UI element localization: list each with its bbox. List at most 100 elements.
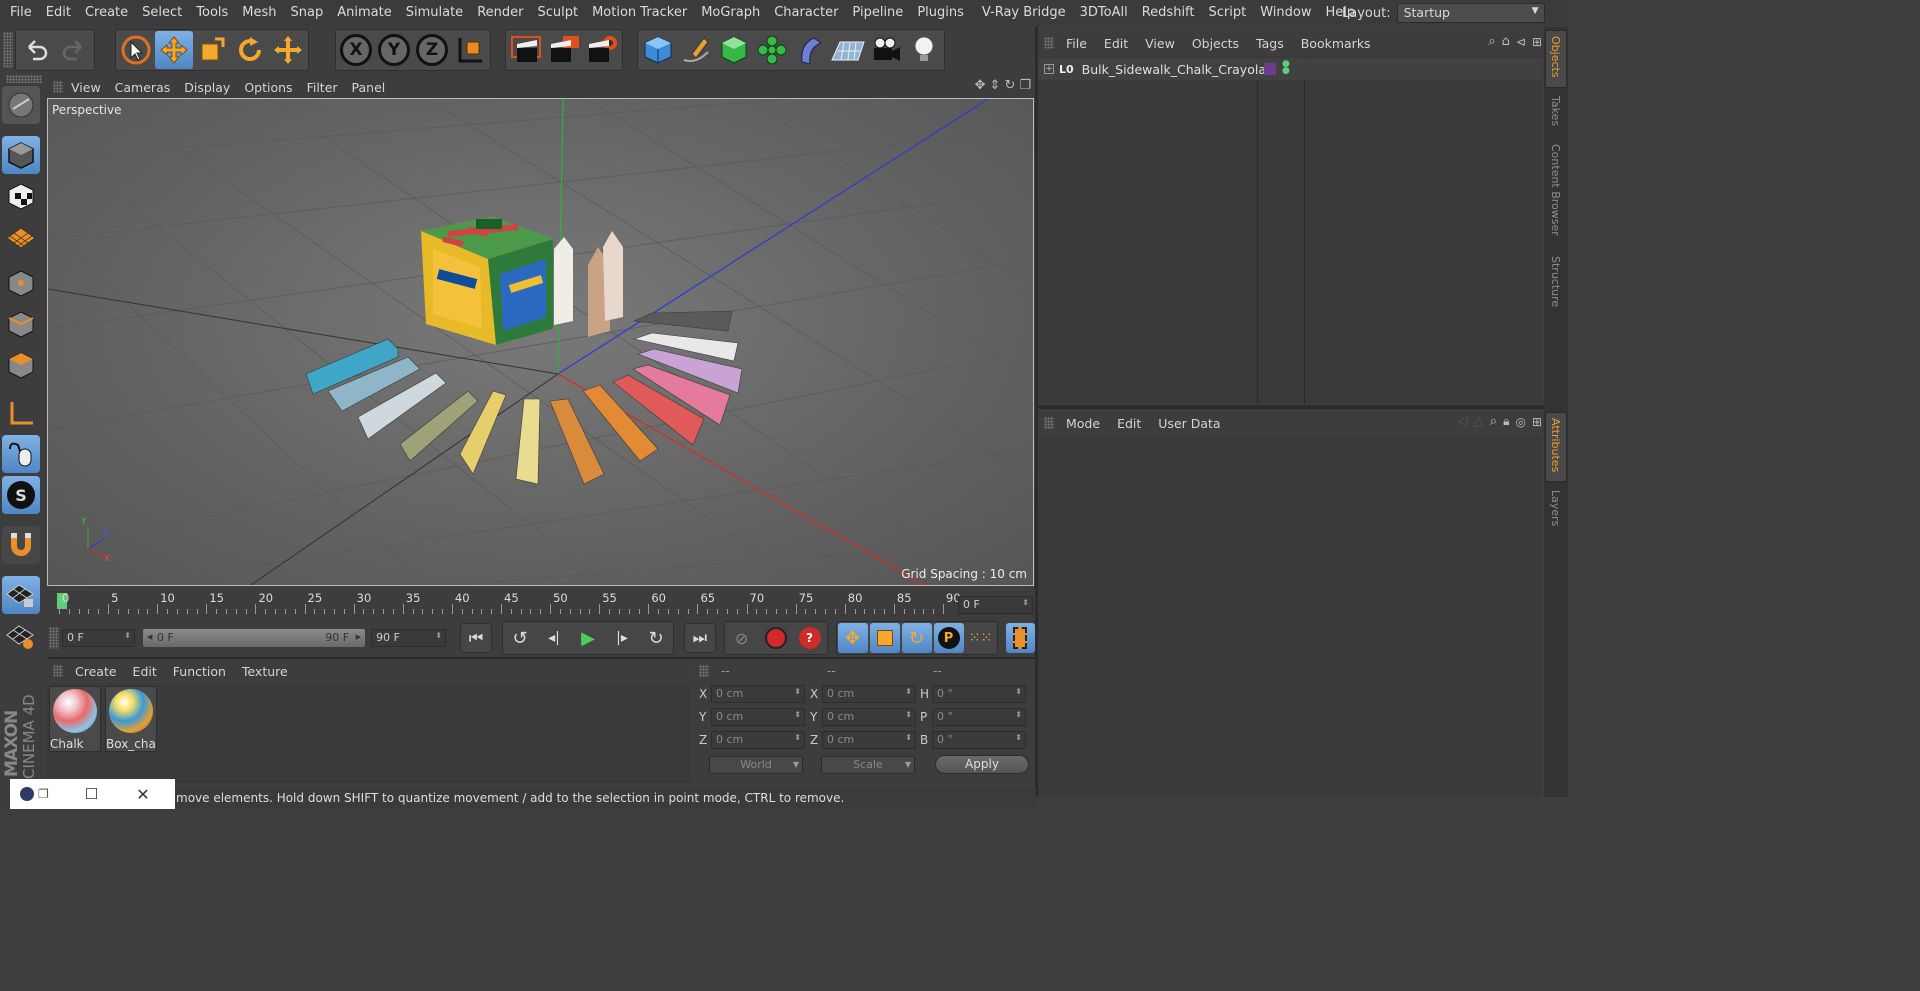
- material-name[interactable]: Box_cha: [106, 737, 156, 751]
- locked-workplane-button[interactable]: [2, 576, 40, 614]
- frame-range-slider[interactable]: ◂ 0 F 90 F ▸: [142, 629, 366, 647]
- layout-dropdown[interactable]: Startup ▼: [1396, 3, 1545, 23]
- viewport[interactable]: Perspective Y Z X Grid Spacing : 10 cm: [47, 98, 1034, 586]
- render-view-button[interactable]: [507, 31, 545, 69]
- camera-button[interactable]: [867, 31, 905, 69]
- coordinate-system-button[interactable]: [451, 31, 489, 69]
- menu-tools[interactable]: Tools: [189, 0, 235, 26]
- next-frame-button[interactable]: |▸: [606, 623, 638, 653]
- attribute-menu-mode[interactable]: Mode: [1066, 416, 1100, 431]
- cube-primitive-button[interactable]: [639, 31, 677, 69]
- target-icon[interactable]: ◎: [1515, 415, 1525, 429]
- menu-plugins[interactable]: Plugins: [910, 0, 971, 26]
- coord-b-field[interactable]: 0 cm ⬍: [822, 684, 916, 703]
- material-name[interactable]: Chalk: [50, 737, 100, 751]
- previous-key-button[interactable]: ↺: [504, 623, 536, 653]
- coord-c-field[interactable]: 0 ° ⬍: [932, 684, 1026, 703]
- menu-pipeline[interactable]: Pipeline: [845, 0, 910, 26]
- z-axis-lock-button[interactable]: Z: [413, 31, 451, 69]
- viewport-menu-filter[interactable]: Filter: [307, 80, 338, 95]
- object-menu-tags[interactable]: Tags: [1256, 36, 1284, 51]
- snap-toggle-button[interactable]: [2, 526, 40, 564]
- subdivision-surface-button[interactable]: [715, 31, 753, 69]
- lock-icon[interactable]: 🔒︎: [1503, 414, 1509, 429]
- light-button[interactable]: [905, 31, 943, 69]
- key-scale-button[interactable]: [869, 623, 900, 653]
- current-frame-field[interactable]: 0 F ⬍: [958, 596, 1033, 614]
- viewport-label[interactable]: Perspective: [52, 103, 122, 117]
- cloner-button[interactable]: [753, 31, 791, 69]
- material-menu-texture[interactable]: Texture: [242, 664, 288, 679]
- attribute-menu-user-data[interactable]: User Data: [1158, 416, 1220, 431]
- viewport-menu-cameras[interactable]: Cameras: [115, 80, 171, 95]
- cinema4d-app-icon[interactable]: [20, 787, 34, 801]
- start-frame-field[interactable]: 0 F ⬍: [62, 629, 135, 647]
- object-menu-bookmarks[interactable]: Bookmarks: [1301, 36, 1371, 51]
- tweak-mode-button[interactable]: [2, 435, 40, 473]
- key-position-button[interactable]: ✥: [837, 623, 868, 653]
- rotate-tool-button[interactable]: [231, 31, 269, 69]
- apply-button[interactable]: Apply: [935, 755, 1029, 774]
- previous-frame-button[interactable]: ◂|: [538, 623, 570, 653]
- scale-tool-button[interactable]: [193, 31, 231, 69]
- rotate-view-icon[interactable]: ↻: [1004, 78, 1015, 93]
- viewport-menu-view[interactable]: View: [71, 80, 101, 95]
- menu-simulate[interactable]: Simulate: [399, 0, 470, 26]
- coord-a-field[interactable]: 0 cm ⬍: [711, 707, 805, 726]
- enable-axis-button[interactable]: [2, 394, 40, 432]
- tab-attributes-label[interactable]: Attributes: [1549, 418, 1562, 472]
- coordinate-world-dropdown[interactable]: World ▼: [709, 755, 803, 774]
- new-manager-icon[interactable]: ⊞: [1532, 415, 1542, 429]
- material-menu-edit[interactable]: Edit: [133, 664, 157, 679]
- pan-view-icon[interactable]: ✥: [975, 78, 986, 93]
- material-menu-create[interactable]: Create: [75, 664, 117, 679]
- key-parameter-button[interactable]: P: [933, 623, 964, 653]
- deformer-button[interactable]: [791, 31, 829, 69]
- layer-color-tag[interactable]: [1264, 63, 1276, 75]
- object-menu-view[interactable]: View: [1145, 36, 1175, 51]
- coord-c-field[interactable]: 0 ° ⬍: [932, 707, 1026, 726]
- search-icon[interactable]: ⌕: [1488, 34, 1495, 49]
- back-icon[interactable]: ⊲: [1516, 35, 1526, 49]
- menu-motion-tracker[interactable]: Motion Tracker: [585, 0, 694, 26]
- menu-animate[interactable]: Animate: [330, 0, 398, 26]
- maximize-view-icon[interactable]: ❐: [1019, 78, 1031, 93]
- maximize-icon[interactable]: ☐: [85, 785, 98, 803]
- material-item[interactable]: Chalk: [49, 686, 101, 752]
- edges-mode-button[interactable]: [2, 305, 40, 343]
- undo-button[interactable]: [17, 31, 55, 69]
- home-icon[interactable]: ⌂: [1502, 34, 1510, 49]
- close-icon[interactable]: ✕: [136, 785, 149, 804]
- play-button[interactable]: ▶: [572, 623, 604, 653]
- y-axis-lock-button[interactable]: Y: [375, 31, 413, 69]
- floor-button[interactable]: [829, 31, 867, 69]
- tab-objects-label[interactable]: Objects: [1549, 36, 1562, 78]
- visibility-dots[interactable]: ● ●: [1282, 60, 1290, 76]
- next-key-button[interactable]: ↻: [640, 623, 672, 653]
- motion-record-button[interactable]: ⊘: [726, 623, 758, 653]
- live-selection-button[interactable]: [117, 31, 155, 69]
- coord-b-field[interactable]: 0 cm ⬍: [822, 707, 916, 726]
- menu-file[interactable]: File: [3, 0, 39, 26]
- record-button[interactable]: [760, 623, 792, 653]
- menu-redshift[interactable]: Redshift: [1135, 0, 1202, 26]
- end-frame-field[interactable]: 90 F ⬍: [371, 629, 447, 647]
- coord-a-field[interactable]: 0 cm ⬍: [711, 730, 805, 749]
- key-rotation-button[interactable]: ↻: [901, 623, 932, 653]
- expand-icon[interactable]: +: [1044, 64, 1054, 74]
- material-menu-function[interactable]: Function: [173, 664, 226, 679]
- search-icon[interactable]: ⌕: [1490, 414, 1497, 429]
- planar-workplane-button[interactable]: [2, 617, 40, 655]
- object-name[interactable]: Bulk_Sidewalk_Chalk_Crayola: [1082, 62, 1266, 77]
- object-menu-objects[interactable]: Objects: [1192, 36, 1239, 51]
- timeline-window-button[interactable]: [1005, 623, 1036, 653]
- object-menu-edit[interactable]: Edit: [1104, 36, 1128, 51]
- menu-character[interactable]: Character: [767, 0, 845, 26]
- texture-mode-button[interactable]: [2, 177, 40, 215]
- render-settings-button[interactable]: [583, 31, 621, 69]
- coord-c-field[interactable]: 0 ° ⬍: [932, 730, 1026, 749]
- menu-create[interactable]: Create: [78, 0, 135, 26]
- tab-content-browser[interactable]: Content Browser: [1549, 144, 1562, 236]
- menu-mograph[interactable]: MoGraph: [694, 0, 767, 26]
- attribute-menu-edit[interactable]: Edit: [1117, 416, 1141, 431]
